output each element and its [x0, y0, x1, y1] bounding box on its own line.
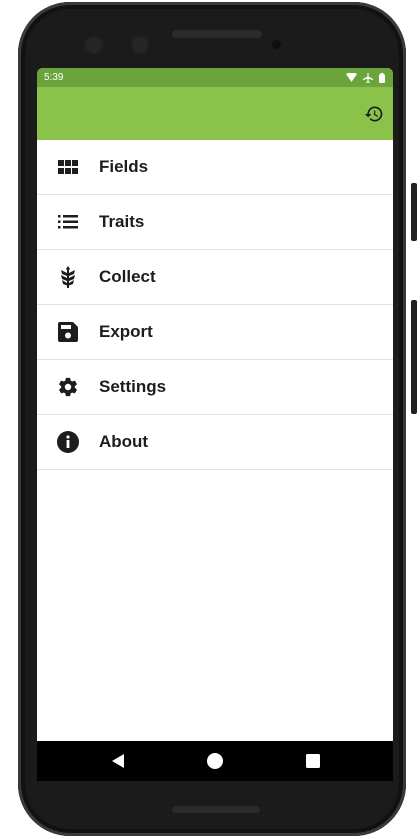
wheat-icon [56, 265, 80, 289]
menu-item-collect[interactable]: Collect [37, 250, 393, 305]
history-icon [364, 106, 383, 122]
app-screen: 5:39 Fields Traits Collect Export Settin… [37, 68, 393, 781]
save-icon [56, 320, 80, 344]
grid-icon [56, 155, 80, 179]
menu-item-fields[interactable]: Fields [37, 140, 393, 195]
menu-item-export[interactable]: Export [37, 305, 393, 360]
home-button[interactable] [206, 752, 224, 770]
earpiece-speaker [172, 30, 262, 38]
menu-item-about[interactable]: About [37, 415, 393, 470]
proximity-sensor [272, 40, 281, 49]
app-bar [37, 87, 393, 140]
bottom-speaker [172, 806, 260, 813]
menu-item-settings[interactable]: Settings [37, 360, 393, 415]
back-triangle-icon [112, 754, 124, 768]
recents-button[interactable] [306, 754, 320, 768]
navigation-bar [37, 741, 393, 781]
status-time: 5:39 [44, 72, 64, 83]
home-circle-icon [207, 753, 223, 769]
menu-label-about: About [99, 432, 149, 451]
info-icon [56, 430, 80, 454]
gear-icon [56, 375, 80, 399]
power-button [411, 183, 417, 241]
back-button[interactable] [111, 753, 125, 769]
wifi-icon [346, 73, 357, 82]
menu-label-traits: Traits [99, 212, 145, 231]
menu-label-fields: Fields [99, 157, 149, 176]
main-menu: Fields Traits Collect Export Settings Ab… [37, 140, 393, 470]
menu-item-traits[interactable]: Traits [37, 195, 393, 250]
history-button[interactable] [363, 103, 385, 125]
menu-label-export: Export [99, 322, 153, 341]
recents-square-icon [306, 754, 320, 768]
front-camera-icon [84, 35, 104, 55]
list-icon [56, 210, 80, 234]
volume-button [411, 300, 417, 414]
menu-label-collect: Collect [99, 267, 156, 286]
battery-icon [379, 72, 385, 83]
status-bar: 5:39 [37, 68, 393, 87]
airplane-mode-icon [363, 72, 373, 83]
front-sensor-icon [130, 35, 150, 55]
status-icons [346, 72, 385, 83]
menu-label-settings: Settings [99, 377, 167, 396]
